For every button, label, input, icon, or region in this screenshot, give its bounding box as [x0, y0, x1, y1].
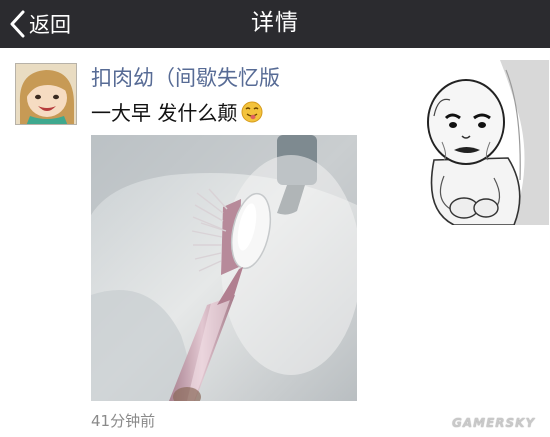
anime-girl-avatar-image [16, 64, 76, 124]
back-button-label: 返回 [29, 13, 71, 37]
toothbrush-photo-image [91, 135, 357, 401]
username-link[interactable]: 扣肉幼（间歇失忆版 [91, 62, 280, 92]
top-nav-bar: 返回 详情 [0, 0, 550, 48]
avatar[interactable] [15, 63, 77, 125]
post-text: 一大早 发什么颠 [91, 97, 263, 126]
post-timestamp: 41分钟前 [91, 412, 156, 430]
page-title: 详情 [251, 10, 299, 36]
chevron-left-icon [10, 10, 25, 38]
site-watermark: GAMERSKY [452, 416, 536, 430]
sad-panda-man-meme-image [404, 60, 549, 225]
post-text-content: 一大早 发什么颠 [91, 101, 238, 125]
meme-sticker [404, 60, 549, 225]
post-photo-toothbrush[interactable] [91, 135, 357, 401]
back-button[interactable]: 返回 [8, 6, 71, 42]
tongue-out-drunk-emoji-icon [241, 101, 263, 122]
